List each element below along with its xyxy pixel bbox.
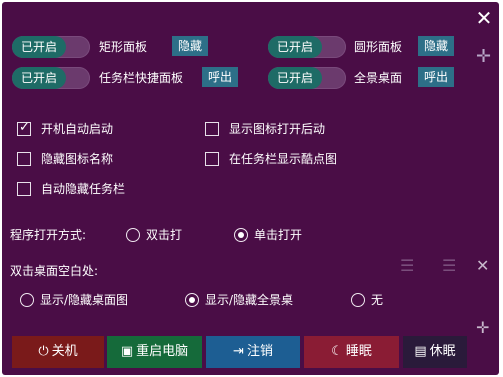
radio-circle[interactable] <box>185 293 199 307</box>
toggle-taskbar-panel: 已开启 任务栏快捷面板 呼出 <box>12 67 252 89</box>
hibernate-button[interactable]: ▤ 休眠 <box>403 336 467 368</box>
toggle-label: 矩形面板 <box>99 40 148 54</box>
checkbox-box[interactable] <box>17 152 31 166</box>
checkbox-label: 自动隐藏任务栏 <box>41 182 126 196</box>
restart-button[interactable]: ▣ 重启电脑 <box>107 336 202 368</box>
checkbox-box[interactable] <box>205 122 219 136</box>
close-icon[interactable]: ✕ <box>472 6 496 30</box>
toggle-label: 圆形面板 <box>354 40 403 54</box>
side-plus-icon[interactable]: ✛ <box>476 46 491 67</box>
radio-label: 单击打开 <box>254 228 303 242</box>
toggle-switch[interactable]: 已开启 <box>12 67 90 89</box>
sleep-label: 睡眠 <box>345 344 372 359</box>
open-mode-label: 程序打开方式: <box>10 228 87 242</box>
toggle-label: 全景桌面 <box>354 71 403 85</box>
radio-label: 双击打 <box>146 228 183 242</box>
toggle-round-panel: 已开启 圆形面板 隐藏 <box>268 36 468 58</box>
toggle-state: 已开启 <box>268 67 322 89</box>
hide-button[interactable]: 隐藏 <box>418 36 455 56</box>
hibernate-icon: ▤ <box>414 344 427 359</box>
toggle-switch[interactable]: 已开启 <box>12 36 90 58</box>
radio-dot-icon <box>189 297 195 303</box>
toggle-switch[interactable]: 已开启 <box>268 36 346 58</box>
toggle-state: 已开启 <box>268 36 322 58</box>
toggle-state: 已开启 <box>12 36 66 58</box>
toggle-panorama-desktop: 已开启 全景桌面 呼出 <box>268 67 468 89</box>
toggle-switch[interactable]: 已开启 <box>268 67 346 89</box>
settings-panel: ✕ ✛ 已开启 矩形面板 隐藏 已开启 圆形面板 隐藏 已开启 任务栏快捷面板 … <box>2 2 499 375</box>
monitor-icon: ▣ <box>120 344 134 359</box>
checkbox-box[interactable] <box>205 152 219 166</box>
plus-icon: ✛ <box>476 318 490 337</box>
toggle-rect-panel: 已开启 矩形面板 隐藏 <box>12 36 232 58</box>
radio-circle[interactable] <box>234 228 248 242</box>
toggle-label: 任务栏快捷面板 <box>99 71 184 85</box>
checkbox-label: 隐藏图标名称 <box>41 152 114 166</box>
toggle-state: 已开启 <box>12 67 66 89</box>
sleep-button[interactable]: ☾ 睡眠 <box>304 336 399 368</box>
restart-label: 重启电脑 <box>136 344 189 359</box>
radio-circle[interactable] <box>126 228 140 242</box>
logout-button[interactable]: ⇥ 注销 <box>206 336 300 368</box>
shutdown-button[interactable]: ⏻ 关机 <box>12 336 104 368</box>
logout-label: 注销 <box>246 344 273 359</box>
checkbox-label: 开机自动启动 <box>41 122 114 136</box>
radio-dot-icon <box>238 232 244 238</box>
double-click-label: 双击桌面空白处: <box>10 264 99 278</box>
close-icon: ✕ <box>476 256 490 275</box>
call-out-button[interactable]: 呼出 <box>418 67 455 87</box>
shutdown-label: 关机 <box>51 344 78 359</box>
radio-label: 无 <box>371 293 384 307</box>
call-out-button[interactable]: 呼出 <box>202 67 239 87</box>
hide-button[interactable]: 隐藏 <box>172 36 209 56</box>
radio-circle[interactable] <box>20 293 34 307</box>
radio-label: 显示/隐藏全景桌 <box>205 293 294 307</box>
power-icon: ⏻ <box>38 344 49 359</box>
checkbox-label: 在任务栏显示酷点图 <box>229 152 338 166</box>
radio-label: 显示/隐藏桌面图 <box>40 293 129 307</box>
logout-icon: ⇥ <box>233 344 244 359</box>
checkmark-icon: ✓ <box>19 120 30 135</box>
list-icon: ☰ <box>400 256 415 275</box>
radio-circle[interactable] <box>351 293 365 307</box>
moon-icon: ☾ <box>331 344 343 359</box>
list-icon: ☰ <box>442 256 457 275</box>
checkbox-box[interactable] <box>17 182 31 196</box>
hibernate-label: 休眠 <box>429 344 456 359</box>
checkbox-label: 显示图标打开后动 <box>229 122 326 136</box>
checkbox-box[interactable]: ✓ <box>17 120 31 136</box>
